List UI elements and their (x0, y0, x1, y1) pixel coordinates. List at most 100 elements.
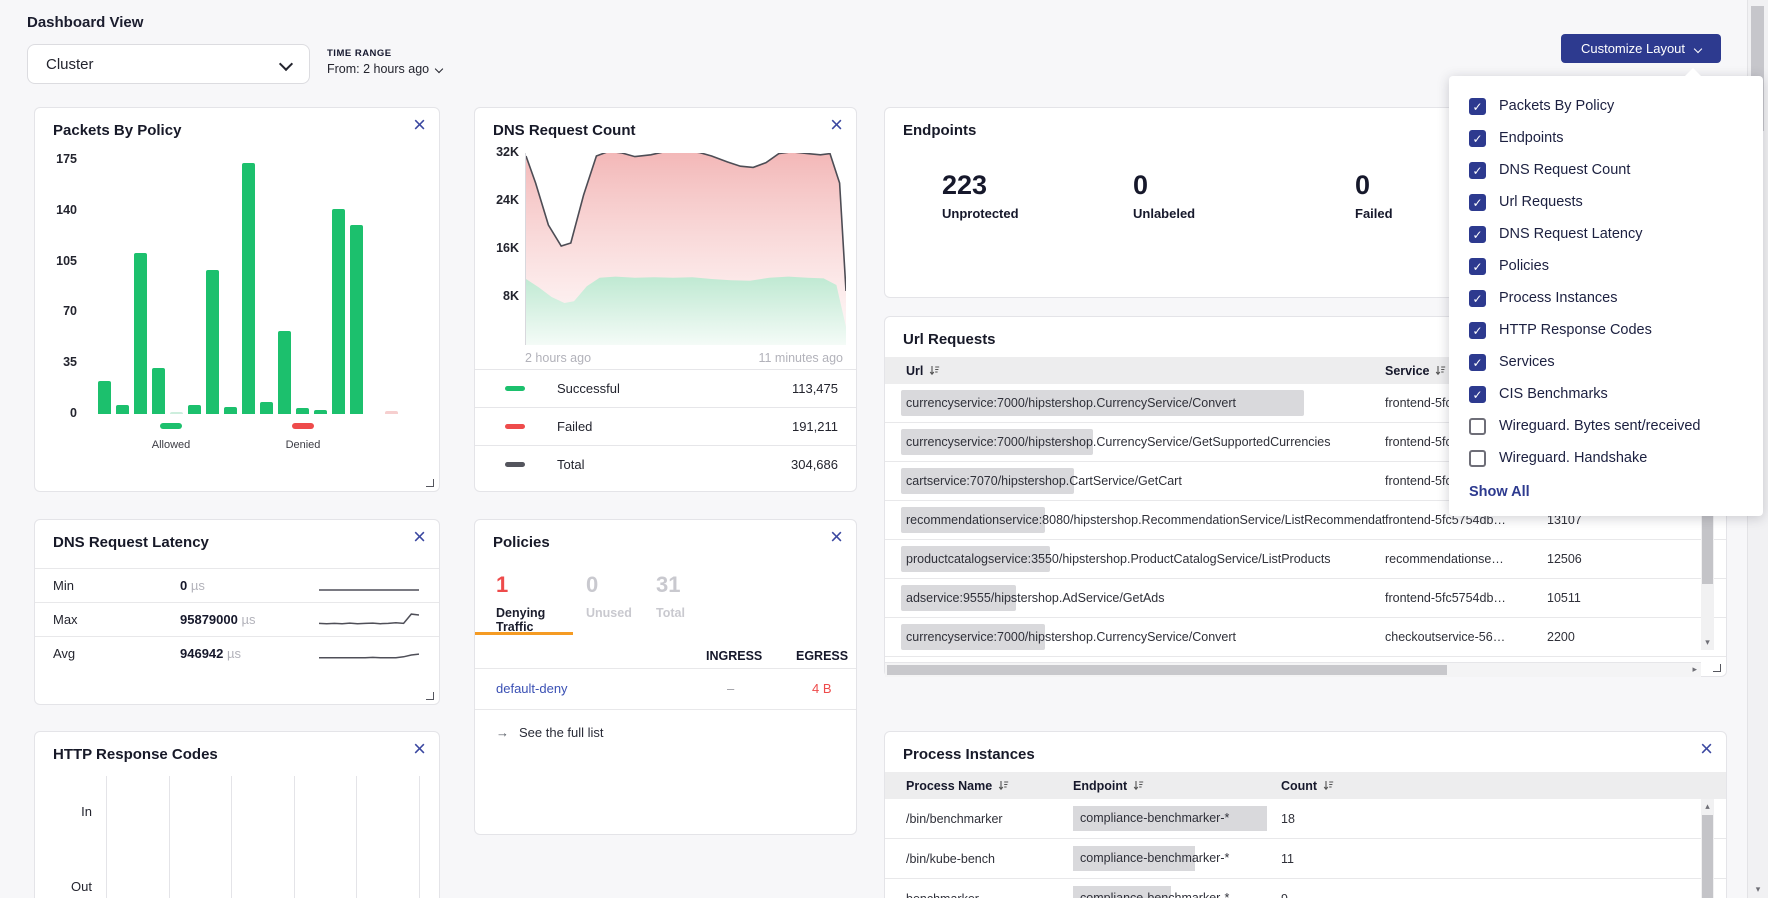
service-cell: frontend-5fc5754db… (1385, 591, 1547, 605)
see-full-list-link[interactable]: →See the full list (496, 725, 604, 740)
card-policies: Policies × 1 Denying Traffic 0 Unused 31… (474, 519, 857, 835)
legend-row: Successful 113,475 (475, 369, 856, 407)
count-cell: 18 (1281, 812, 1726, 826)
checkbox[interactable] (1469, 98, 1486, 115)
sort-icon (929, 365, 940, 376)
ingress-header: INGRESS (706, 649, 762, 663)
column-header-endpoint[interactable]: Endpoint (1073, 779, 1281, 793)
policy-stat-tab[interactable]: 1 Denying Traffic (496, 572, 586, 634)
menu-item[interactable]: Services (1449, 346, 1763, 378)
scrollbar-thumb[interactable] (1702, 815, 1713, 898)
resize-handle[interactable] (1713, 664, 1721, 672)
checkbox[interactable] (1469, 226, 1486, 243)
area-chart (525, 153, 846, 345)
menu-item[interactable]: Packets By Policy (1449, 90, 1763, 122)
customize-layout-button[interactable]: Customize Layout (1561, 34, 1721, 63)
menu-item-label: Wireguard. Handshake (1499, 450, 1647, 466)
endpoint-cell: compliance-benchmarker-* (1073, 839, 1281, 878)
count-cell: 9 (1281, 892, 1726, 898)
time-range-from[interactable]: From: 2 hours ago (327, 62, 442, 76)
checkbox[interactable] (1469, 130, 1486, 147)
close-icon[interactable]: × (413, 114, 426, 136)
scroll-right-arrow[interactable]: ▸ (1692, 664, 1697, 675)
scrollbar-thumb[interactable] (887, 665, 1447, 675)
policy-stat-tab[interactable]: 0 Unused (586, 572, 656, 634)
latency-value: 95879000 µs (180, 612, 255, 627)
table-row[interactable]: productcatalogservice:3550/hipstershop.P… (885, 540, 1726, 579)
checkbox[interactable] (1469, 290, 1486, 307)
sparkline (319, 642, 419, 666)
count-cell: 10511 (1547, 591, 1726, 605)
vertical-scrollbar[interactable]: ▴ (1701, 799, 1714, 898)
policy-stat-tab[interactable]: 31 Total (656, 572, 746, 634)
policy-name-link[interactable]: default-deny (496, 669, 568, 709)
menu-item-label: Policies (1499, 258, 1549, 274)
endpoint-cell: compliance-benchmarker-* (1073, 879, 1281, 898)
stat-label: Denying Traffic (496, 606, 586, 634)
scroll-down-arrow[interactable]: ▾ (1748, 884, 1768, 895)
scroll-up-arrow[interactable]: ▴ (1701, 801, 1714, 812)
legend-row: Total 304,686 (475, 445, 856, 483)
legend-value: 113,475 (792, 381, 838, 396)
checkbox[interactable] (1469, 450, 1486, 467)
resize-handle[interactable] (426, 692, 434, 700)
table-row[interactable]: adservice:9555/hipstershop.AdService/Get… (885, 579, 1726, 618)
legend-label: Denied (286, 439, 321, 451)
menu-item[interactable]: DNS Request Latency (1449, 218, 1763, 250)
chevron-down-icon (279, 57, 293, 71)
menu-item[interactable]: CIS Benchmarks (1449, 378, 1763, 410)
close-icon[interactable]: × (830, 114, 843, 136)
row-label-out: Out (52, 879, 92, 894)
checkbox[interactable] (1469, 322, 1486, 339)
close-icon[interactable]: × (1700, 738, 1713, 760)
close-icon[interactable]: × (830, 526, 843, 548)
menu-item[interactable]: DNS Request Count (1449, 154, 1763, 186)
menu-item-label: Url Requests (1499, 194, 1583, 210)
row-label-in: In (52, 804, 92, 819)
endpoint-cell: compliance-benchmarker-* (1073, 799, 1281, 838)
close-icon[interactable]: × (413, 526, 426, 548)
legend-row: Failed 191,211 (475, 407, 856, 445)
menu-item[interactable]: Url Requests (1449, 186, 1763, 218)
menu-item[interactable]: HTTP Response Codes (1449, 314, 1763, 346)
checkbox[interactable] (1469, 162, 1486, 179)
service-cell: recommendationse… (1385, 552, 1547, 566)
checkbox[interactable] (1469, 194, 1486, 211)
checkbox[interactable] (1469, 386, 1486, 403)
stat-block: 0 Failed (1355, 170, 1393, 221)
show-all-link[interactable]: Show All (1469, 484, 1743, 500)
scroll-down-arrow[interactable]: ▾ (1701, 637, 1714, 648)
resize-handle[interactable] (426, 479, 434, 487)
sort-icon (998, 780, 1009, 791)
active-tab-indicator (475, 632, 573, 635)
http-chart-grid (35, 776, 423, 898)
service-cell: checkoutservice-56… (1385, 630, 1547, 644)
menu-item[interactable]: Policies (1449, 250, 1763, 282)
policy-ingress-value: – (727, 669, 734, 709)
table-row[interactable]: benchmarker compliance-benchmarker-* 9 (885, 879, 1726, 898)
close-icon[interactable]: × (413, 738, 426, 760)
table-row[interactable]: /bin/benchmarker compliance-benchmarker-… (885, 799, 1726, 839)
column-header-process-name[interactable]: Process Name (885, 779, 1073, 793)
stat-value: 223 (942, 170, 1133, 201)
menu-item-label: DNS Request Latency (1499, 226, 1642, 242)
menu-item[interactable]: Wireguard. Bytes sent/received (1449, 410, 1763, 442)
table-row[interactable]: /bin/kube-bench compliance-benchmarker-*… (885, 839, 1726, 879)
sparkline (319, 608, 419, 632)
checkbox[interactable] (1469, 258, 1486, 275)
table-header: Process Name Endpoint Count (885, 772, 1726, 799)
menu-item[interactable]: Endpoints (1449, 122, 1763, 154)
arrow-right-icon: → (496, 725, 509, 740)
stat-label: Failed (1355, 206, 1393, 221)
card-title: DNS Request Latency (35, 520, 439, 551)
column-header-url[interactable]: Url (885, 364, 1385, 378)
menu-item[interactable]: Process Instances (1449, 282, 1763, 314)
horizontal-scrollbar[interactable]: ▸ (885, 662, 1701, 677)
view-selector-dropdown[interactable]: Cluster (27, 44, 310, 84)
column-header-count[interactable]: Count (1281, 779, 1726, 793)
checkbox[interactable] (1469, 354, 1486, 371)
checkbox[interactable] (1469, 418, 1486, 435)
menu-item[interactable]: Wireguard. Handshake (1449, 442, 1763, 474)
table-row[interactable]: currencyservice:7000/hipstershop.Currenc… (885, 618, 1726, 657)
menu-item-label: CIS Benchmarks (1499, 386, 1608, 402)
